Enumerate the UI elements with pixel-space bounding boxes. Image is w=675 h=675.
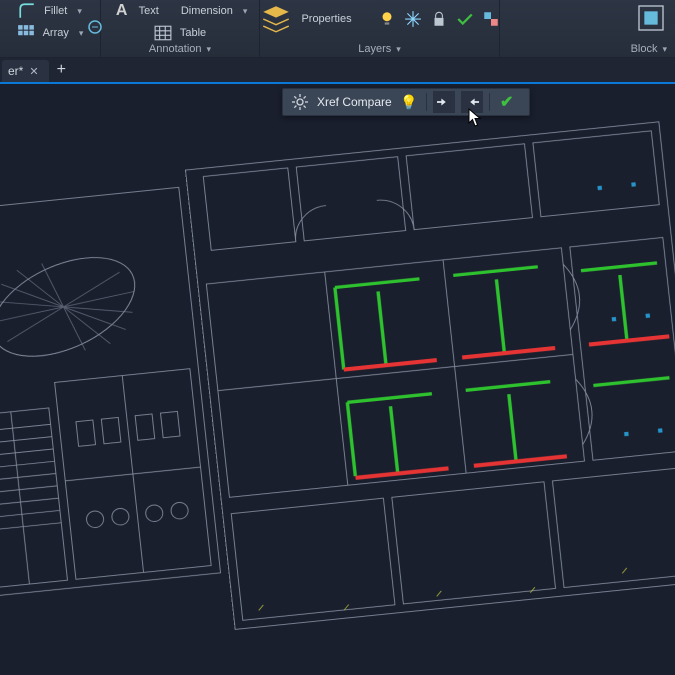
close-tab-icon[interactable]: ✕	[29, 65, 38, 78]
dimension-dropdown[interactable]	[241, 5, 248, 17]
panel-block: Block	[500, 0, 675, 57]
lightbulb-icon[interactable]: 💡	[398, 91, 420, 113]
layer-lock-icon[interactable]	[430, 10, 448, 28]
separator	[426, 93, 427, 111]
ribbon: Fillet Array A Text Dimension Table Anno…	[0, 0, 675, 58]
make-current-icon[interactable]	[456, 10, 474, 28]
panel-modify: Fillet Array	[0, 0, 100, 57]
settings-icon[interactable]	[289, 91, 311, 113]
stretch-icon[interactable]	[86, 18, 104, 36]
xref-compare-toolbar: Xref Compare 💡 ✔	[282, 88, 530, 116]
drawing-canvas[interactable]	[0, 86, 675, 675]
table-icon[interactable]	[154, 24, 172, 42]
fillet-icon[interactable]	[18, 2, 36, 20]
fillet-button[interactable]: Fillet	[44, 5, 67, 17]
layer-properties-button[interactable]: Properties	[301, 13, 351, 25]
panel-annotation: A Text Dimension Table Annotation	[100, 0, 260, 57]
new-tab-button[interactable]: +	[49, 61, 74, 79]
layer-off-icon[interactable]	[378, 10, 396, 28]
document-tab[interactable]: er* ✕	[2, 60, 49, 82]
array-button[interactable]: Array	[43, 27, 69, 39]
panel-layers: Properties Layers	[260, 0, 500, 57]
xref-compare-label: Xref Compare	[317, 95, 392, 109]
document-tab-strip: er* ✕ +	[0, 58, 675, 84]
previous-diff-button[interactable]	[433, 91, 455, 113]
table-button[interactable]: Table	[180, 27, 206, 39]
array-dropdown[interactable]	[77, 27, 84, 39]
array-icon[interactable]	[17, 24, 35, 42]
dimension-button[interactable]: Dimension	[181, 5, 233, 17]
fillet-dropdown[interactable]	[75, 5, 82, 17]
mouse-cursor	[468, 108, 482, 128]
layer-properties-icon[interactable]	[259, 2, 293, 36]
annotation-panel-label[interactable]: Annotation	[149, 43, 211, 55]
floor-plan	[0, 86, 675, 675]
insert-block-icon[interactable]	[635, 2, 667, 34]
match-layer-icon[interactable]	[482, 10, 500, 28]
layer-freeze-icon[interactable]	[404, 10, 422, 28]
block-panel-label[interactable]: Block	[631, 43, 667, 55]
layers-panel-label[interactable]: Layers	[358, 43, 401, 55]
accept-button[interactable]: ✔	[496, 91, 518, 113]
text-button[interactable]: Text	[139, 5, 159, 17]
text-icon[interactable]: A	[113, 2, 131, 20]
separator	[489, 93, 490, 111]
tab-label: er*	[8, 64, 23, 78]
